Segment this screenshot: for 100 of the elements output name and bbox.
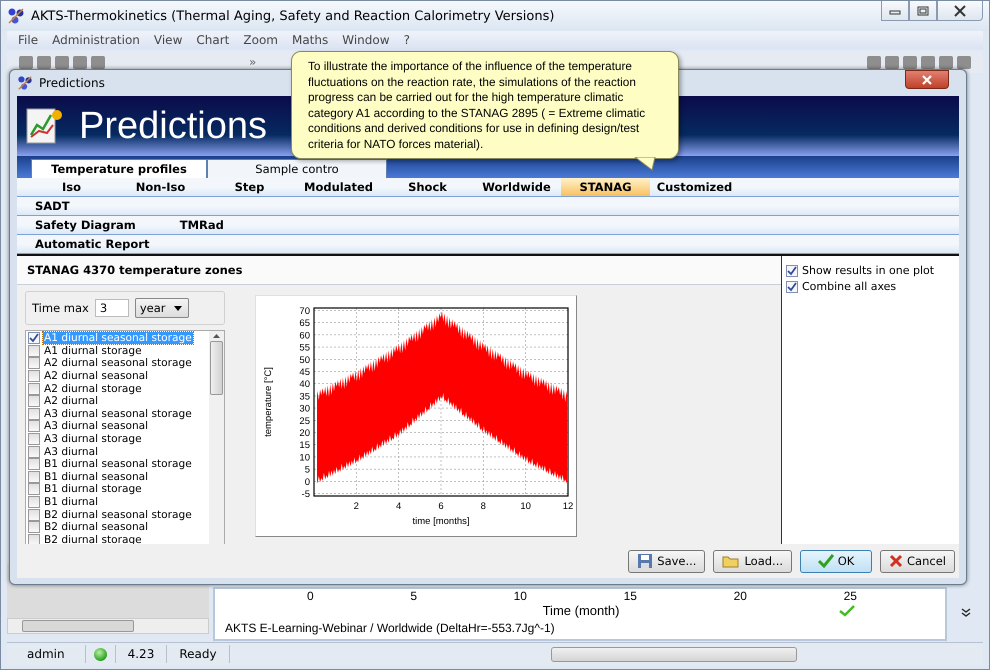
ok-button[interactable]: OK — [800, 550, 872, 572]
checkbox[interactable] — [28, 344, 40, 357]
list-item[interactable]: B2 diurnal seasonal storage — [43, 508, 193, 521]
tick-label: 20 — [299, 428, 310, 440]
nav-item[interactable]: SADT — [23, 197, 82, 215]
toolbar-icon[interactable] — [73, 56, 87, 68]
checkbox[interactable] — [28, 496, 40, 508]
axis-tick-label: 15 — [624, 589, 637, 603]
menu-item[interactable]: Zoom — [236, 33, 285, 47]
close-button[interactable] — [905, 70, 949, 89]
list-item[interactable]: B2 diurnal storage — [43, 534, 143, 546]
menu-item[interactable]: Maths — [284, 33, 336, 47]
nav-item[interactable]: Non-Iso — [116, 178, 205, 196]
list-item[interactable]: A2 diurnal — [43, 395, 100, 408]
maximize-button[interactable] — [909, 1, 937, 21]
toolbar-icon[interactable] — [921, 56, 935, 68]
nav-item[interactable]: Step — [205, 178, 294, 196]
axis-tick-label: 25 — [844, 589, 857, 603]
list-item[interactable]: A3 diurnal seasonal storage — [43, 408, 193, 420]
toolbar-icon[interactable] — [885, 56, 899, 68]
list-item[interactable]: A1 diurnal storage — [43, 344, 143, 357]
tick-label: 35 — [299, 391, 310, 402]
tick-label: 65 — [299, 318, 310, 330]
nav-item[interactable]: Worldwide — [472, 178, 561, 196]
menu-item[interactable]: View — [146, 33, 190, 47]
toolbar-icon[interactable] — [37, 56, 51, 68]
menu-item[interactable]: Chart — [189, 33, 236, 47]
scroll-up-icon[interactable] — [213, 334, 220, 338]
checkbox[interactable] — [28, 395, 40, 408]
nav-item[interactable]: Customized — [650, 178, 739, 196]
tick-label: 10 — [520, 501, 531, 512]
checkbox[interactable] — [786, 280, 798, 292]
checkbox[interactable] — [28, 508, 40, 521]
nav-item[interactable]: Iso — [27, 178, 116, 196]
toolbar-overflow[interactable]: » — [249, 55, 256, 69]
toolbar-icon[interactable] — [19, 56, 33, 68]
dialog-title: Predictions — [39, 76, 105, 90]
checkbox[interactable] — [28, 446, 40, 458]
checkbox[interactable] — [28, 433, 40, 446]
toolbar-icon[interactable] — [55, 56, 69, 68]
toolbar-icon[interactable] — [939, 56, 953, 68]
checkbox[interactable] — [28, 521, 40, 534]
toolbar-icon[interactable] — [903, 56, 917, 68]
list-item[interactable]: A2 diurnal storage — [43, 382, 143, 395]
double-chevron-icon[interactable] — [961, 608, 971, 618]
nav-item[interactable]: Safety Diagram — [23, 216, 148, 234]
checkbox[interactable] — [28, 458, 40, 470]
checkbox[interactable] — [28, 382, 40, 395]
nav-item[interactable]: TMRad — [168, 216, 236, 234]
checkbox[interactable] — [28, 420, 40, 432]
list-item[interactable]: B1 diurnal seasonal storage — [43, 458, 193, 470]
toolbar-icon[interactable] — [867, 56, 881, 68]
load-button[interactable]: Load... — [713, 550, 792, 572]
tick-label: 70 — [299, 306, 310, 317]
status-text: Ready — [167, 645, 230, 663]
list-item[interactable]: A3 diurnal storage — [43, 433, 143, 446]
menu-item[interactable]: ? — [396, 33, 417, 47]
checkbox[interactable] — [28, 534, 40, 546]
checkbox[interactable] — [28, 357, 40, 370]
toolbar-icon[interactable] — [957, 56, 971, 68]
nav-item[interactable]: STANAG — [561, 178, 650, 196]
list-item[interactable]: B1 diurnal — [43, 496, 100, 508]
list-item[interactable]: A3 diurnal — [43, 446, 100, 458]
tick-label: 25 — [299, 416, 310, 427]
menu-item[interactable]: Window — [335, 33, 397, 47]
axis-title: Time (month) — [542, 603, 620, 618]
list-item[interactable]: A3 diurnal seasonal — [43, 420, 150, 432]
checkbox[interactable] — [28, 332, 40, 344]
list-item[interactable]: B1 diurnal seasonal — [43, 470, 150, 483]
checkbox[interactable] — [28, 483, 40, 496]
checkbox[interactable] — [28, 370, 40, 382]
tick-label: 6 — [438, 501, 444, 512]
list-item[interactable]: B2 diurnal seasonal — [43, 521, 150, 534]
close-icon — [921, 74, 933, 84]
menu-item[interactable]: Administration — [45, 33, 147, 47]
save-button[interactable]: Save... — [628, 550, 706, 572]
unit-dropdown[interactable]: year — [134, 298, 189, 318]
scroll-thumb[interactable] — [210, 341, 223, 395]
menu-item[interactable]: File — [11, 33, 46, 47]
checkbox[interactable] — [28, 470, 40, 483]
cross-icon — [889, 554, 904, 568]
nav-item[interactable]: Modulated — [294, 178, 383, 196]
tab[interactable]: Sample contro — [207, 159, 387, 178]
checkmark-icon — [839, 605, 855, 617]
horizontal-scrollbar[interactable] — [551, 646, 797, 662]
checkbox[interactable] — [786, 264, 798, 276]
tab[interactable]: Temperature profiles — [31, 159, 207, 178]
molecule-icon — [17, 75, 33, 91]
close-button[interactable] — [937, 1, 983, 21]
list-item[interactable]: A2 diurnal seasonal storage — [43, 357, 193, 370]
list-item[interactable]: A2 diurnal seasonal — [43, 370, 150, 382]
minimize-button[interactable] — [881, 1, 909, 21]
list-item[interactable]: B1 diurnal storage — [43, 483, 143, 496]
toolbar-icon[interactable] — [91, 56, 105, 68]
horizontal-scrollbar[interactable] — [7, 618, 209, 634]
nav-item[interactable]: Shock — [383, 178, 472, 196]
time-max-field[interactable]: 3 — [94, 299, 129, 317]
cancel-button[interactable]: Cancel — [880, 550, 955, 572]
nav-item[interactable]: Automatic Report — [23, 235, 162, 253]
checkbox[interactable] — [28, 408, 40, 420]
